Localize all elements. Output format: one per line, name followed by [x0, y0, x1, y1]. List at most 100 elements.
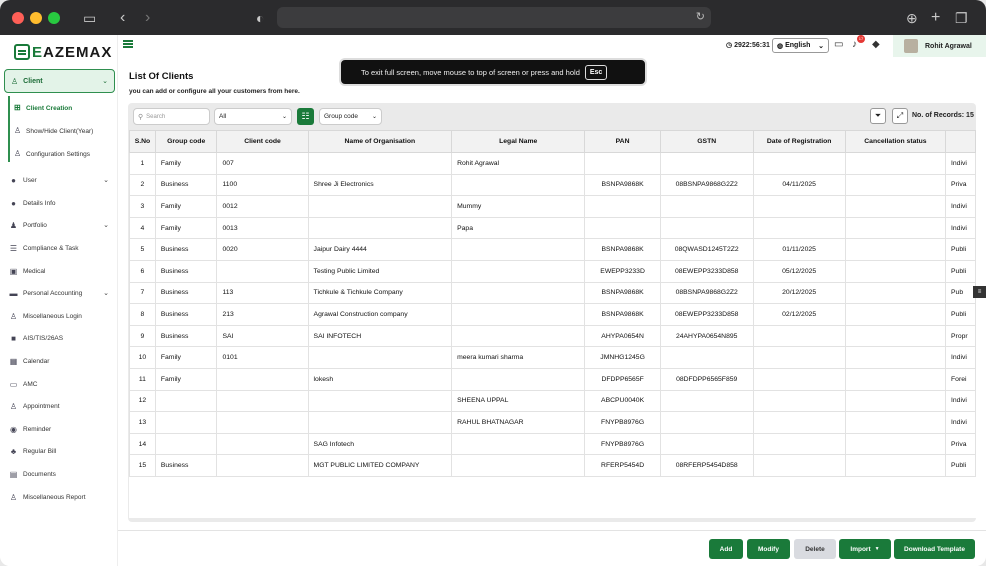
tags-icon[interactable]: ◆: [872, 39, 880, 50]
column-header[interactable]: Legal Name: [451, 130, 586, 153]
table-cell: [659, 216, 754, 240]
table-row[interactable]: 8 Business 213 Agrawal Construction company…: [129, 303, 976, 326]
table-row[interactable]: 15 Business MGT PUBLIC LIMITED COMPANY RFER…: [129, 454, 976, 477]
search-placeholder: Search: [146, 113, 166, 120]
sidebar-item-reminder[interactable]: ◉ Reminder: [9, 422, 113, 436]
table-row[interactable]: 5 Business 0020 Jaipur Dairy 4444 BSNPA9868K…: [129, 238, 976, 261]
table-cell: 15: [129, 454, 156, 477]
column-header[interactable]: Client code: [216, 130, 309, 153]
table-row[interactable]: 4 Family 0013 Papa Indivi: [129, 216, 976, 240]
table-row[interactable]: 6 Business Testing Public Limited EWEPP3233…: [129, 259, 976, 283]
sidebar-item-user[interactable]: ● User ⌄: [9, 173, 113, 187]
sidebar-item-documents[interactable]: ▤ Documents: [9, 467, 113, 481]
table-cell: Indivi: [945, 389, 976, 413]
sidebar-item-appointment[interactable]: ♙ Appointment: [9, 399, 113, 413]
sidebar-item-ais-tis-26as[interactable]: ■ AIS/TIS/26AS: [9, 331, 113, 345]
table-cell: 08BSNPA9868G2Z2: [659, 281, 754, 305]
column-header[interactable]: Name of Organisation: [307, 130, 453, 153]
delete-button[interactable]: Delete: [794, 539, 836, 559]
download-template-button[interactable]: Download Template: [894, 539, 975, 559]
forward-icon[interactable]: ›: [145, 9, 150, 27]
add-button[interactable]: Add: [709, 539, 743, 559]
table-cell: Family: [154, 152, 218, 175]
chat-icon[interactable]: ▭: [834, 39, 843, 50]
table-cell: Business: [154, 281, 218, 305]
search-input[interactable]: ⚲ Search: [133, 108, 210, 125]
sidebar-item-medical[interactable]: ▣ Medical: [9, 264, 113, 278]
table-cell: Papa: [451, 216, 586, 240]
table-cell: [451, 238, 586, 261]
sidebar-item-portfolio[interactable]: ♟ Portfolio ⌄: [9, 218, 113, 232]
bell-icon[interactable]: ♪: [852, 39, 857, 50]
sidebar-item-compliance-task[interactable]: ☰ Compliance & Task: [9, 241, 113, 255]
clients-panel: ⚲ Search All ⌄ ☷ Group code ⌄ ⏷ ⤢ No. of…: [128, 103, 976, 522]
table-cell: 007: [216, 152, 309, 175]
table-cell: [844, 432, 947, 456]
table-row[interactable]: 14 SAG Infotech FNYPB8976G Priva: [129, 432, 976, 456]
filter-options-button[interactable]: ☷: [297, 108, 314, 125]
table-row[interactable]: 12 SHEENA UPPAL ABCPU0040K Indivi: [129, 389, 976, 413]
sidebar-item-details-info[interactable]: ● Details Info: [9, 196, 113, 210]
user-menu[interactable]: Rohit Agrawal: [893, 35, 986, 57]
shield-icon[interactable]: ◐: [256, 9, 264, 27]
user-icon: ●: [11, 175, 16, 185]
table-cell: Publi: [945, 303, 976, 326]
table-row[interactable]: 9 Business SAI SAI INFOTECH AHYPA0654N 24AHYP…: [129, 324, 976, 348]
column-header[interactable]: Cancellation status: [844, 130, 947, 153]
table-row[interactable]: 3 Family 0012 Mummy Indivi: [129, 195, 976, 218]
sidebar-subitem-show-hide-client[interactable]: ♙ Show/Hide Client(Year): [14, 124, 93, 138]
close-window-button[interactable]: [12, 12, 24, 24]
filter-select[interactable]: All ⌄: [214, 108, 292, 125]
column-header[interactable]: S.No: [129, 130, 156, 153]
column-header[interactable]: PAN: [584, 130, 661, 153]
sidebar-subitem-configuration-settings[interactable]: ♙ Configuration Settings: [14, 147, 90, 161]
maximize-window-button[interactable]: [48, 12, 60, 24]
column-header[interactable]: [945, 130, 976, 153]
app-logo[interactable]: EAZEMAX: [14, 43, 112, 61]
address-bar[interactable]: ↻: [277, 7, 711, 28]
modify-button[interactable]: Modify: [747, 539, 790, 559]
reload-icon[interactable]: ↻: [696, 10, 705, 23]
column-header[interactable]: Date of Registration: [752, 130, 846, 153]
table-cell: Forei: [945, 367, 976, 391]
sidebar-toggle-icon[interactable]: ▭: [83, 9, 96, 27]
download-icon[interactable]: ⊕: [906, 9, 918, 27]
table-row[interactable]: 10 Family 0101 meera kumari sharma JMNHG1245…: [129, 346, 976, 369]
back-icon[interactable]: ‹: [120, 9, 125, 27]
group-code-select[interactable]: Group code ⌄: [319, 108, 382, 125]
sidebar-item-amc[interactable]: ▭ AMC: [9, 377, 113, 391]
sidebar-item-miscellaneous-report[interactable]: ♙ Miscellaneous Report: [9, 490, 113, 504]
table-row[interactable]: 1 Family 007 Rohit Agrawal Indivi: [129, 152, 976, 175]
table-cell: 0020: [216, 238, 309, 261]
sidebar-item-miscellaneous-login[interactable]: ♙ Miscellaneous Login: [9, 309, 113, 323]
sidebar-item-regular-bill[interactable]: ♣ Regular Bill: [9, 444, 113, 458]
table-cell: [659, 389, 754, 413]
table-row[interactable]: 2 Business 1100 Shree Ji Electronics BSNPA98…: [129, 173, 976, 197]
table-row[interactable]: 7 Business 113 Tichkule & Tichkule Company B…: [129, 281, 976, 305]
new-tab-icon[interactable]: +: [931, 9, 940, 27]
tabs-overview-icon[interactable]: ❐: [955, 9, 968, 27]
hamburger-menu-icon[interactable]: [123, 40, 133, 48]
table-row[interactable]: 11 Family lokesh DFDPP6565F 08DFDPP6565F859 F…: [129, 367, 976, 391]
language-select[interactable]: ◍ English ⌄: [772, 38, 829, 53]
sidebar-item-client[interactable]: ♙ Client ⌄: [4, 69, 115, 93]
expand-button[interactable]: ⤢: [892, 108, 908, 124]
minimize-window-button[interactable]: [30, 12, 42, 24]
table-cell: [844, 173, 947, 197]
import-button[interactable]: Import ▼: [839, 539, 891, 559]
sidebar-subitem-client-creation[interactable]: ⊞ Client Creation: [14, 101, 72, 115]
sidebar-item-calendar[interactable]: ▦ Calendar: [9, 354, 113, 368]
column-filter-button[interactable]: ⏷: [870, 108, 886, 124]
column-header[interactable]: Group code: [154, 130, 218, 153]
table-row[interactable]: 13 RAHUL BHATNAGAR FNYPB8976G Indivi: [129, 411, 976, 434]
table-cell: 05/12/2025: [752, 259, 846, 283]
column-header[interactable]: GSTN: [659, 130, 754, 153]
group-code-select-value: Group code: [324, 113, 358, 120]
sidebar-item-personal-accounting[interactable]: ▬ Personal Accounting ⌄: [9, 286, 113, 300]
table-cell: [752, 195, 846, 218]
clients-table-container[interactable]: S.No Group code Client code Name of Organis…: [129, 130, 976, 518]
table-cell: 6: [129, 259, 156, 283]
side-panel-handle[interactable]: ≡: [973, 286, 986, 298]
table-cell: Propr: [945, 324, 976, 348]
table-cell: MGT PUBLIC LIMITED COMPANY: [307, 454, 453, 477]
